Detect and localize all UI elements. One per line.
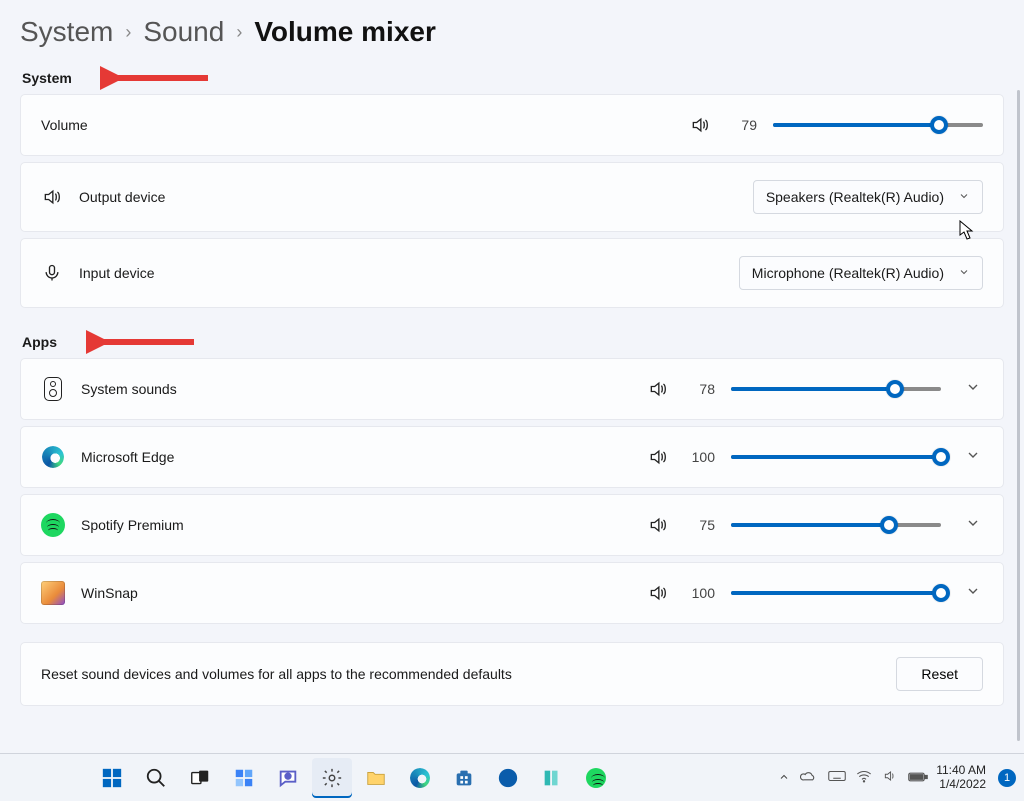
notifications-badge[interactable]: 1 bbox=[998, 769, 1016, 787]
store-button[interactable] bbox=[444, 758, 484, 798]
app-volume-row-microsoft-edge: Microsoft Edge 100 bbox=[20, 426, 1004, 488]
app-volume-slider-spotify[interactable] bbox=[731, 515, 941, 535]
volume-tray-icon[interactable] bbox=[882, 769, 898, 786]
app-volume-row-spotify: Spotify Premium 75 bbox=[20, 494, 1004, 556]
onedrive-icon[interactable] bbox=[800, 769, 818, 786]
scrollbar[interactable] bbox=[1017, 90, 1020, 741]
tray-overflow-icon[interactable] bbox=[778, 770, 790, 786]
winsnap-icon bbox=[41, 581, 65, 605]
start-button[interactable] bbox=[92, 758, 132, 798]
system-sounds-icon bbox=[44, 377, 62, 401]
app-icon bbox=[41, 445, 65, 469]
spotify-icon bbox=[41, 513, 65, 537]
chevron-down-icon bbox=[958, 265, 970, 281]
taskbar-time: 11:40 AM bbox=[936, 764, 986, 778]
reset-row: Reset sound devices and volumes for all … bbox=[20, 642, 1004, 706]
expand-row-chevron[interactable] bbox=[965, 515, 983, 536]
app-icon bbox=[41, 513, 65, 537]
settings-taskbar-button[interactable] bbox=[312, 758, 352, 798]
edge-icon bbox=[42, 446, 64, 468]
page-title: Volume mixer bbox=[254, 16, 436, 48]
input-device-dropdown[interactable]: Microphone (Realtek(R) Audio) bbox=[739, 256, 983, 290]
speaker-icon bbox=[647, 515, 669, 535]
annotation-arrow bbox=[86, 330, 196, 354]
expand-row-chevron[interactable] bbox=[965, 447, 983, 468]
app-icon bbox=[41, 377, 65, 401]
breadcrumb: System › Sound › Volume mixer bbox=[20, 16, 1004, 48]
section-title-apps: Apps bbox=[22, 334, 1004, 350]
spotify-taskbar-button[interactable] bbox=[576, 758, 616, 798]
app-volume-slider-microsoft-edge[interactable] bbox=[731, 447, 941, 467]
system-tray[interactable] bbox=[778, 769, 928, 786]
app-name: System sounds bbox=[81, 381, 177, 397]
taskbar: 11:40 AM 1/4/2022 1 bbox=[0, 753, 1024, 801]
dell-app-button[interactable] bbox=[488, 758, 528, 798]
task-view-button[interactable] bbox=[180, 758, 220, 798]
output-device-dropdown[interactable]: Speakers (Realtek(R) Audio) bbox=[753, 180, 983, 214]
input-device-selected: Microphone (Realtek(R) Audio) bbox=[752, 265, 944, 281]
breadcrumb-system[interactable]: System bbox=[20, 16, 113, 48]
speaker-icon bbox=[647, 447, 669, 467]
taskbar-apps bbox=[88, 758, 778, 798]
battery-icon[interactable] bbox=[908, 770, 928, 786]
app-volume-slider-system-sounds[interactable] bbox=[731, 379, 941, 399]
apps-list: System sounds 78 Microsoft Edge 100 Spotify … bbox=[20, 358, 1004, 624]
volume-label: Volume bbox=[41, 117, 88, 133]
app-volume-row-winsnap: WinSnap 100 bbox=[20, 562, 1004, 624]
chat-button[interactable] bbox=[268, 758, 308, 798]
taskbar-clock[interactable]: 11:40 AM 1/4/2022 bbox=[936, 764, 986, 792]
reset-description: Reset sound devices and volumes for all … bbox=[41, 666, 512, 682]
output-device-selected: Speakers (Realtek(R) Audio) bbox=[766, 189, 944, 205]
app-volume-value: 78 bbox=[685, 381, 715, 397]
microphone-icon bbox=[41, 263, 63, 283]
search-button[interactable] bbox=[136, 758, 176, 798]
expand-row-chevron[interactable] bbox=[965, 379, 983, 400]
speaker-icon bbox=[647, 379, 669, 399]
speaker-icon bbox=[41, 187, 63, 207]
taskbar-date: 1/4/2022 bbox=[936, 778, 986, 792]
output-device-row: Output device Speakers (Realtek(R) Audio… bbox=[20, 162, 1004, 232]
app-name: WinSnap bbox=[81, 585, 138, 601]
file-explorer-button[interactable] bbox=[356, 758, 396, 798]
speaker-icon bbox=[689, 115, 711, 135]
output-device-label: Output device bbox=[79, 189, 165, 205]
widgets-button[interactable] bbox=[224, 758, 264, 798]
wifi-icon[interactable] bbox=[856, 769, 872, 786]
app-button-teal[interactable] bbox=[532, 758, 572, 798]
chevron-right-icon: › bbox=[236, 22, 242, 43]
annotation-arrow bbox=[100, 66, 210, 90]
breadcrumb-sound[interactable]: Sound bbox=[143, 16, 224, 48]
speaker-icon bbox=[647, 583, 669, 603]
app-volume-value: 100 bbox=[685, 449, 715, 465]
reset-button[interactable]: Reset bbox=[896, 657, 983, 691]
app-volume-value: 75 bbox=[685, 517, 715, 533]
app-volume-value: 100 bbox=[685, 585, 715, 601]
chevron-down-icon bbox=[958, 189, 970, 205]
app-name: Spotify Premium bbox=[81, 517, 184, 533]
input-device-row: Input device Microphone (Realtek(R) Audi… bbox=[20, 238, 1004, 308]
edge-taskbar-button[interactable] bbox=[400, 758, 440, 798]
app-icon bbox=[41, 581, 65, 605]
app-name: Microsoft Edge bbox=[81, 449, 174, 465]
keyboard-icon[interactable] bbox=[828, 769, 846, 786]
app-volume-slider-winsnap[interactable] bbox=[731, 583, 941, 603]
section-title-system: System bbox=[22, 70, 1004, 86]
app-volume-row-system-sounds: System sounds 78 bbox=[20, 358, 1004, 420]
volume-value: 79 bbox=[727, 117, 757, 133]
system-volume-slider[interactable] bbox=[773, 115, 983, 135]
expand-row-chevron[interactable] bbox=[965, 583, 983, 604]
system-volume-row: Volume 79 bbox=[20, 94, 1004, 156]
settings-content: System › Sound › Volume mixer System Vol… bbox=[0, 0, 1024, 753]
chevron-right-icon: › bbox=[125, 22, 131, 43]
input-device-label: Input device bbox=[79, 265, 155, 281]
